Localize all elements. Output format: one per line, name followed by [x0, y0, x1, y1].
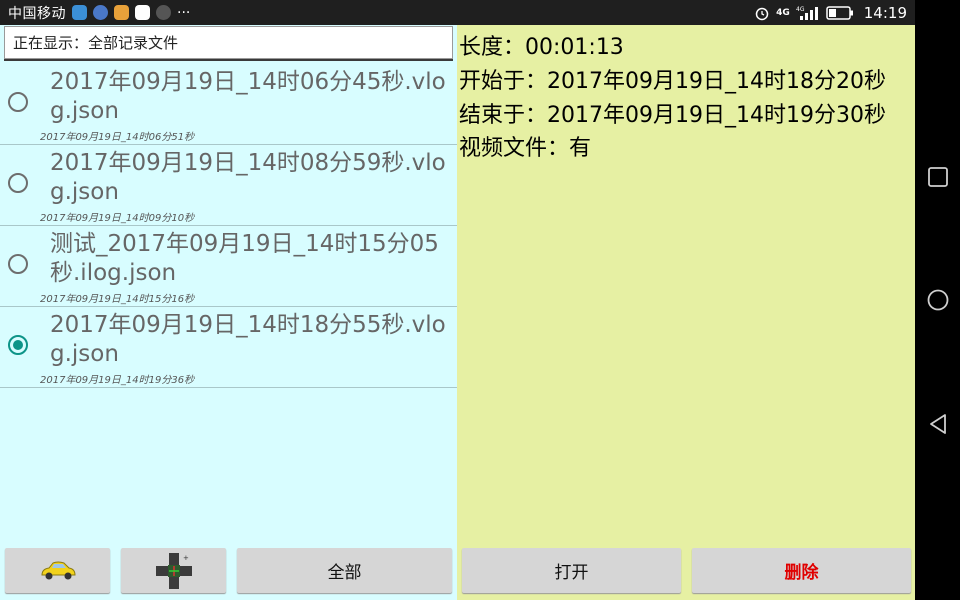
recent-apps-icon[interactable] [927, 166, 949, 188]
camera-icon [156, 5, 171, 20]
vehicle-mode-button[interactable] [5, 548, 110, 593]
file-list-pane: 正在显示：全部记录文件 2017年09月19日_14时06分45秒.vlog.j… [0, 25, 457, 600]
list-item[interactable]: 2017年09月19日_14时18分55秒.vlog.json 2017年09月… [0, 307, 457, 388]
file-name: 测试_2017年09月19日_14时15分05秒.ilog.json [50, 231, 439, 286]
intersection-icon: + [155, 552, 192, 589]
navigation-bar [915, 0, 960, 600]
delete-button[interactable]: 删除 [692, 548, 911, 593]
battery-icon [826, 5, 853, 20]
location-icon [93, 5, 108, 20]
svg-text:4G: 4G [796, 6, 805, 13]
list-item[interactable]: 2017年09月19日_14时06分45秒.vlog.json 2017年09月… [0, 64, 457, 145]
qq-icon [135, 5, 150, 20]
file-date: 2017年09月19日_14时09分10秒 [40, 213, 195, 224]
notification-icons: ··· [72, 5, 190, 21]
file-name: 2017年09月19日_14时18分55秒.vlog.json [50, 312, 446, 367]
clock: 14:19 [863, 3, 907, 22]
filter-display[interactable]: 正在显示：全部记录文件 [4, 26, 453, 59]
weibo-icon [114, 5, 129, 20]
file-date: 2017年09月19日_14时15分16秒 [40, 294, 195, 305]
car-icon [40, 561, 76, 579]
more-icon: ··· [177, 4, 191, 21]
radio-button[interactable] [8, 173, 28, 193]
end-time-info: 结束于：2017年09月19日_14时19分30秒 [459, 103, 886, 128]
browser-icon [72, 5, 87, 20]
intersection-mode-button[interactable]: + [121, 548, 226, 593]
file-list: 2017年09月19日_14时06分45秒.vlog.json 2017年09月… [0, 64, 457, 388]
file-date: 2017年09月19日_14时06分51秒 [40, 132, 195, 143]
details-pane: 长度：00:01:13 开始于：2017年09月19日_14时18分20秒 结束… [457, 25, 915, 600]
list-item[interactable]: 2017年09月19日_14时08分59秒.vlog.json 2017年09月… [0, 145, 457, 226]
carrier-label: 中国移动 [8, 5, 66, 22]
length-info: 长度：00:01:13 [459, 35, 624, 60]
radio-button[interactable] [8, 254, 28, 274]
show-all-button[interactable]: 全部 [237, 548, 452, 593]
radio-button[interactable] [8, 92, 28, 112]
open-button[interactable]: 打开 [462, 548, 681, 593]
alarm-icon [755, 7, 769, 20]
svg-text:+: + [183, 554, 189, 562]
start-time-info: 开始于：2017年09月19日_14时18分20秒 [459, 69, 886, 94]
file-date: 2017年09月19日_14时19分36秒 [40, 375, 195, 386]
signal-icon: 4G [796, 6, 818, 20]
status-bar: 中国移动 ··· 4G 4G 14:19 [0, 0, 915, 25]
radio-button-selected[interactable] [8, 335, 28, 355]
video-file-info: 视频文件：有 [459, 136, 592, 161]
list-item[interactable]: 测试_2017年09月19日_14时15分05秒.ilog.json 2017年… [0, 226, 457, 307]
file-name: 2017年09月19日_14时08分59秒.vlog.json [50, 150, 446, 205]
file-name: 2017年09月19日_14时06分45秒.vlog.json [50, 69, 446, 124]
home-icon[interactable] [927, 289, 949, 311]
network-type-label: 4G [776, 7, 790, 18]
back-icon[interactable] [927, 413, 949, 435]
